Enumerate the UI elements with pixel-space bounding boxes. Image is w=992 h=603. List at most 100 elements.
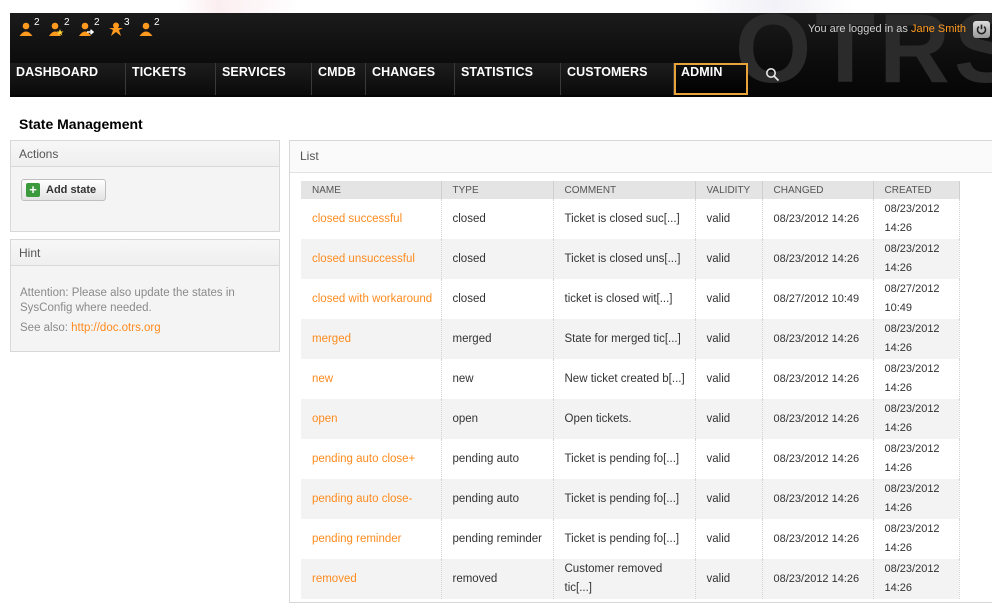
state-created: 08/23/2012 14:26 xyxy=(873,359,960,399)
nav-dashboard[interactable]: DASHBOARD xyxy=(10,63,126,95)
state-changed: 08/23/2012 14:26 xyxy=(762,359,874,399)
state-type: pending reminder xyxy=(441,519,554,559)
hint-text: Attention: Please also update the states… xyxy=(20,287,235,314)
user-icon xyxy=(139,22,153,36)
table-row: open open Open tickets. valid 08/23/2012… xyxy=(301,399,960,439)
col-validity-header[interactable]: VALIDITY xyxy=(695,181,763,199)
state-changed: 08/23/2012 14:26 xyxy=(762,479,874,519)
state-comment: Ticket is pending fo[...] xyxy=(553,519,696,559)
list-box: List NAME TYPE COMMENT VALIDITY CHANGED … xyxy=(289,140,992,603)
user-name-link[interactable]: Jane Smith xyxy=(911,23,966,35)
see-also-label: See also: xyxy=(20,322,72,334)
state-type: closed xyxy=(441,199,554,239)
login-prefix: You are logged in as xyxy=(808,23,911,35)
hint-see-also: See also: http://doc.otrs.org xyxy=(20,322,161,334)
state-name-link[interactable]: closed with workaround xyxy=(312,293,432,305)
state-name-link[interactable]: closed unsuccessful xyxy=(312,253,415,265)
col-changed-header[interactable]: CHANGED xyxy=(762,181,874,199)
toolbar-reminder-tickets[interactable]: 2 xyxy=(76,17,106,39)
table-row: new new New ticket created b[...] valid … xyxy=(301,359,960,399)
toolbar-count: 2 xyxy=(64,17,70,28)
state-name-link[interactable]: pending auto close- xyxy=(312,493,412,505)
state-name-link[interactable]: pending auto close+ xyxy=(312,453,415,465)
col-comment-header[interactable]: COMMENT xyxy=(553,181,696,199)
nav-search-button[interactable] xyxy=(748,63,796,95)
toolbar-new-tickets[interactable]: 2 xyxy=(46,17,76,39)
table-row: closed unsuccessful closed Ticket is clo… xyxy=(301,239,960,279)
doc-link[interactable]: http://doc.otrs.org xyxy=(71,322,161,334)
state-comment: New ticket created b[...] xyxy=(553,359,696,399)
add-state-button[interactable]: + Add state xyxy=(21,179,107,201)
state-name-link[interactable]: removed xyxy=(312,573,357,585)
search-icon xyxy=(765,68,779,82)
toolbar-watched-tickets[interactable]: 2 xyxy=(136,17,166,39)
toolbar-count: 2 xyxy=(154,17,160,28)
table-row: pending reminder pending reminder Ticket… xyxy=(301,519,960,559)
col-type-header[interactable]: TYPE xyxy=(441,181,554,199)
state-name-link[interactable]: new xyxy=(312,373,333,385)
nav-statistics[interactable]: STATISTICS xyxy=(455,63,561,95)
state-type: closed xyxy=(441,239,554,279)
user-star-icon xyxy=(49,22,64,36)
toolbar-count: 3 xyxy=(124,17,130,28)
state-created: 08/23/2012 14:26 xyxy=(873,399,960,439)
state-name-link[interactable]: open xyxy=(312,413,338,425)
state-created: 08/23/2012 14:26 xyxy=(873,519,960,559)
nav-customers[interactable]: CUSTOMERS xyxy=(561,63,674,95)
hint-box: Hint Attention: Please also update the s… xyxy=(10,239,280,352)
nav-cmdb[interactable]: CMDB xyxy=(312,63,366,95)
nav-changes[interactable]: CHANGES xyxy=(366,63,455,95)
toolbar-locked-tickets[interactable]: 2 xyxy=(16,17,46,39)
state-type: merged xyxy=(441,319,554,359)
state-validity: valid xyxy=(695,279,763,319)
logout-button[interactable] xyxy=(973,21,990,38)
actions-box: Actions + Add state xyxy=(10,140,280,232)
state-created: 08/23/2012 14:26 xyxy=(873,439,960,479)
state-created: 08/23/2012 14:26 xyxy=(873,559,960,599)
state-changed: 08/27/2012 10:49 xyxy=(762,279,874,319)
page-title: State Management xyxy=(19,116,143,132)
col-name-header[interactable]: NAME xyxy=(301,181,442,199)
state-type: closed xyxy=(441,279,554,319)
state-validity: valid xyxy=(695,559,763,599)
state-validity: valid xyxy=(695,239,763,279)
state-validity: valid xyxy=(695,399,763,439)
state-name-link[interactable]: merged xyxy=(312,333,351,345)
hint-title: Hint xyxy=(11,240,279,266)
col-created-header[interactable]: CREATED xyxy=(873,181,960,199)
state-comment: Customer removed tic[...] xyxy=(553,559,696,599)
state-created: 08/27/2012 10:49 xyxy=(873,279,960,319)
state-comment: Ticket is closed suc[...] xyxy=(553,199,696,239)
state-changed: 08/23/2012 14:26 xyxy=(762,559,874,599)
nav-admin[interactable]: ADMIN xyxy=(674,63,748,95)
toolbar: 2 2 2 3 2 xyxy=(16,17,166,39)
state-name-link[interactable]: pending reminder xyxy=(312,533,402,545)
state-created: 08/23/2012 14:26 xyxy=(873,319,960,359)
state-comment: State for merged tic[...] xyxy=(553,319,696,359)
state-changed: 08/23/2012 14:26 xyxy=(762,239,874,279)
nav-services[interactable]: SERVICES xyxy=(216,63,312,95)
state-validity: valid xyxy=(695,199,763,239)
table-row: closed successful closed Ticket is close… xyxy=(301,199,960,239)
state-type: open xyxy=(441,399,554,439)
nav-tickets[interactable]: TICKETS xyxy=(126,63,216,95)
toolbar-count: 2 xyxy=(94,17,100,28)
state-created: 08/23/2012 14:26 xyxy=(873,479,960,519)
state-comment: Ticket is pending fo[...] xyxy=(553,439,696,479)
state-created: 08/23/2012 14:26 xyxy=(873,199,960,239)
login-info: You are logged in as Jane Smith xyxy=(808,23,966,35)
top-strip xyxy=(0,0,992,13)
table-row: closed with workaround closed ticket is … xyxy=(301,279,960,319)
header-bar: OTRS 2 2 2 3 2 You are logged in as Jane… xyxy=(10,13,992,97)
state-validity: valid xyxy=(695,519,763,559)
table-row: pending auto close+ pending auto Ticket … xyxy=(301,439,960,479)
user-arrow-icon xyxy=(79,22,94,36)
state-type: pending auto xyxy=(441,439,554,479)
state-name-link[interactable]: closed successful xyxy=(312,213,402,225)
toolbar-escalated-tickets[interactable]: 3 xyxy=(106,17,136,39)
state-validity: valid xyxy=(695,479,763,519)
toolbar-count: 2 xyxy=(34,17,40,28)
table-row: removed removed Customer removed tic[...… xyxy=(301,559,960,599)
power-icon xyxy=(976,24,987,35)
state-comment: Ticket is closed uns[...] xyxy=(553,239,696,279)
